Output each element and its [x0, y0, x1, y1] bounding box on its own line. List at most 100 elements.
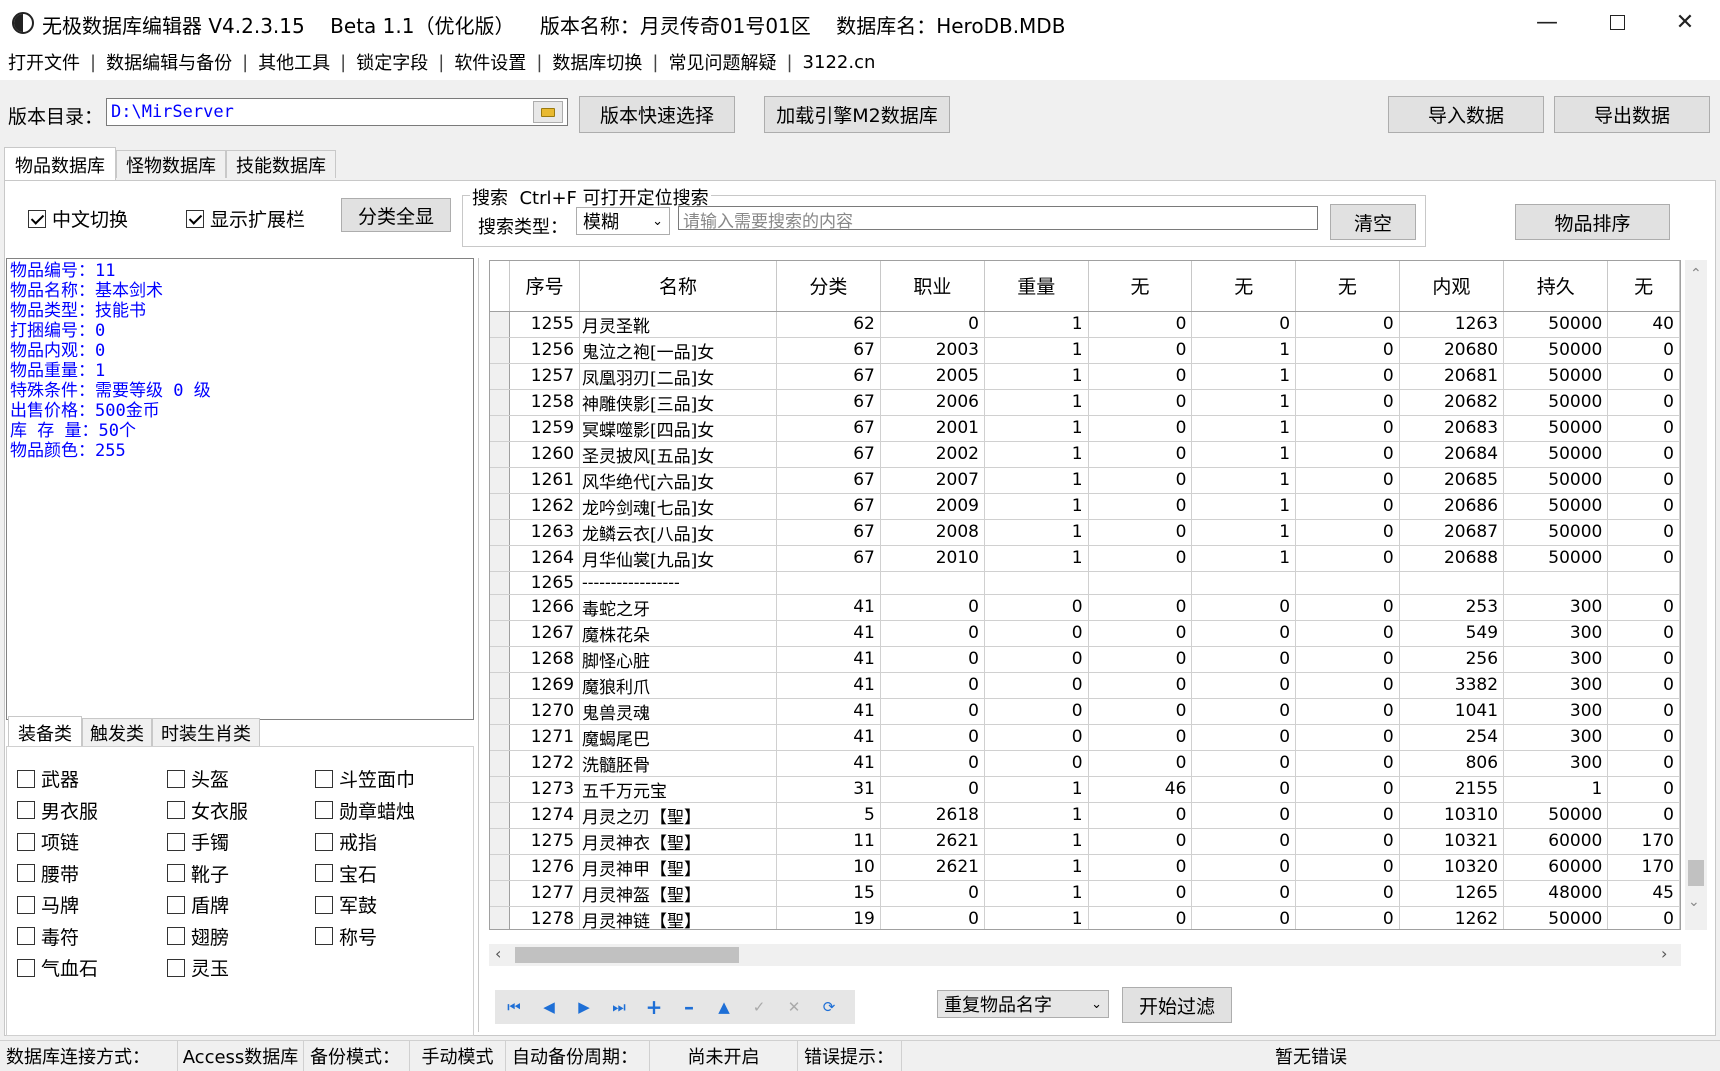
sort-items-button[interactable]: 物品排序 [1515, 204, 1670, 240]
column-header[interactable]: 无 [1191, 261, 1297, 312]
table-cell[interactable]: 254 [1399, 724, 1505, 751]
table-cell[interactable]: 0 [1607, 389, 1680, 416]
table-cell[interactable]: 0 [1088, 724, 1193, 751]
tab-equipment[interactable]: 装备类 [8, 716, 82, 748]
row-header[interactable] [490, 880, 511, 907]
scroll-right-icon[interactable]: › [1661, 944, 1667, 963]
table-cell[interactable]: 0 [1088, 880, 1193, 907]
row-header[interactable] [490, 519, 511, 546]
table-cell[interactable]: 1273 [509, 776, 581, 803]
table-cell[interactable] [1503, 571, 1609, 595]
table-cell[interactable]: 0 [1295, 750, 1400, 777]
menu-settings[interactable]: 软件设置 [446, 49, 534, 75]
table-cell[interactable]: 0 [880, 698, 986, 725]
column-header[interactable]: 名称 [579, 261, 778, 312]
table-cell[interactable]: 300 [1503, 672, 1609, 699]
column-header[interactable]: 内观 [1399, 261, 1505, 312]
table-cell[interactable]: 10321 [1399, 828, 1505, 855]
horizontal-scroll-thumb[interactable] [515, 947, 739, 963]
tab-item-db[interactable]: 物品数据库 [4, 147, 116, 181]
table-cell[interactable]: 50000 [1503, 389, 1609, 416]
tab-fashion-zodiac[interactable]: 时装生肖类 [152, 718, 260, 746]
table-cell[interactable]: 2621 [880, 828, 986, 855]
table-cell[interactable]: 1265 [509, 571, 581, 595]
table-cell[interactable]: 0 [880, 646, 986, 673]
category-checkbox[interactable]: 靴子 [167, 860, 229, 887]
table-cell[interactable]: 鬼兽灵魂 [579, 698, 778, 725]
table-cell[interactable]: 0 [1088, 441, 1193, 468]
table-cell[interactable]: 0 [1088, 389, 1193, 416]
table-cell[interactable]: 20684 [1399, 441, 1505, 468]
menu-db-switch[interactable]: 数据库切换 [544, 49, 650, 75]
table-row[interactable]: 1258 神雕侠影[三品]女 67 2006 1 0 1 0 20682 50000 0 [490, 389, 1680, 416]
table-cell[interactable]: 0 [880, 906, 986, 929]
table-cell[interactable]: 0 [880, 311, 986, 338]
table-cell[interactable]: 0 [880, 620, 986, 647]
table-row[interactable]: 1278 月灵神链【聖】 19 0 1 0 0 0 1262 50000 0 [490, 906, 1680, 929]
table-cell[interactable]: 0 [1088, 672, 1193, 699]
table-cell[interactable]: 170 [1607, 828, 1680, 855]
table-cell[interactable]: 1259 [509, 415, 581, 442]
table-row[interactable]: 1275 月灵神衣【聖】 11 2621 1 0 0 0 10321 60000 170 [490, 828, 1680, 855]
table-cell[interactable]: 170 [1607, 854, 1680, 881]
table-cell[interactable]: 15 [776, 880, 881, 907]
table-cell[interactable]: 0 [1191, 311, 1297, 338]
show-ext-checkbox[interactable]: 显示扩展栏 [186, 205, 305, 232]
table-row[interactable]: 1274 月灵之刃【聖】 5 2618 1 0 0 0 10310 50000 0 [490, 802, 1680, 829]
table-cell[interactable]: 0 [1295, 311, 1400, 338]
table-cell[interactable]: 0 [1295, 519, 1400, 546]
row-header[interactable] [490, 802, 511, 829]
table-cell[interactable]: 11 [776, 828, 881, 855]
category-checkbox[interactable]: 宝石 [315, 860, 377, 887]
prev-record-icon[interactable]: ◀ [538, 996, 560, 1018]
table-cell[interactable]: 1 [1191, 493, 1297, 520]
table-cell[interactable]: 256 [1399, 646, 1505, 673]
menu-lock-fields[interactable]: 锁定字段 [348, 49, 436, 75]
category-checkbox[interactable]: 女衣服 [167, 797, 248, 824]
menu-data-edit-backup[interactable]: 数据编辑与备份 [98, 49, 240, 75]
table-cell[interactable]: 10 [776, 854, 881, 881]
table-cell[interactable]: 50000 [1503, 906, 1609, 929]
table-cell[interactable]: 1265 [1399, 880, 1505, 907]
table-row[interactable]: 1271 魔蝎尾巴 41 0 0 0 0 0 254 300 0 [490, 724, 1680, 751]
table-cell[interactable]: 0 [1088, 828, 1193, 855]
table-cell[interactable]: 0 [1088, 467, 1193, 494]
table-cell[interactable]: 1 [984, 828, 1089, 855]
category-checkbox[interactable]: 灵玉 [167, 954, 229, 981]
table-cell[interactable]: 67 [776, 441, 881, 468]
category-checkbox[interactable]: 称号 [315, 923, 377, 950]
table-cell[interactable]: 1268 [509, 646, 581, 673]
table-cell[interactable]: 60000 [1503, 854, 1609, 881]
cn-switch-checkbox[interactable]: 中文切换 [28, 205, 128, 232]
category-checkbox[interactable]: 手镯 [167, 828, 229, 855]
table-cell[interactable]: 脚怪心脏 [579, 646, 778, 673]
table-cell[interactable]: 0 [1191, 750, 1297, 777]
export-button[interactable]: 导出数据 [1554, 96, 1710, 133]
scroll-left-icon[interactable]: ‹ [495, 944, 501, 963]
add-record-icon[interactable]: + [643, 995, 665, 1019]
table-cell[interactable]: 0 [1088, 311, 1193, 338]
table-cell[interactable]: 0 [1295, 672, 1400, 699]
table-cell[interactable]: 19 [776, 906, 881, 929]
table-cell[interactable]: 300 [1503, 724, 1609, 751]
edit-record-icon[interactable]: ▲ [713, 996, 735, 1018]
table-cell[interactable]: 1 [984, 311, 1089, 338]
table-cell[interactable]: 龙鳞云衣[八品]女 [579, 519, 778, 546]
category-checkbox[interactable]: 斗笠面巾 [315, 765, 415, 792]
table-cell[interactable]: 龙吟剑魂[七品]女 [579, 493, 778, 520]
minimize-button[interactable]: — [1512, 0, 1582, 44]
table-cell[interactable]: 0 [1607, 646, 1680, 673]
table-cell[interactable]: 41 [776, 724, 881, 751]
table-cell[interactable]: 1261 [509, 467, 581, 494]
table-cell[interactable]: 20688 [1399, 545, 1505, 572]
table-cell[interactable]: 300 [1503, 646, 1609, 673]
table-cell[interactable]: 0 [1088, 493, 1193, 520]
menu-website-link[interactable]: 3122.cn [795, 52, 884, 73]
table-cell[interactable]: 0 [1295, 776, 1400, 803]
search-type-select[interactable]: 模糊 ⌄ [576, 207, 670, 235]
table-cell[interactable]: 0 [1295, 724, 1400, 751]
table-cell[interactable]: 0 [1191, 620, 1297, 647]
table-cell[interactable]: 0 [880, 750, 986, 777]
table-cell[interactable]: 0 [1295, 441, 1400, 468]
table-cell[interactable] [1191, 571, 1297, 595]
